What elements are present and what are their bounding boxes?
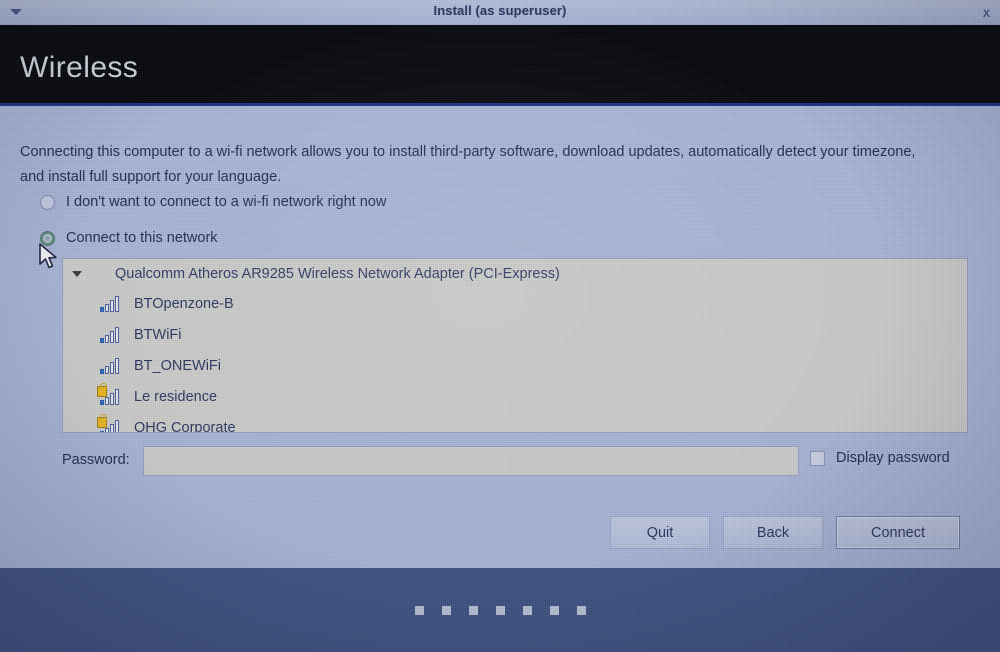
- display-password-label: Display password: [836, 450, 950, 466]
- window-title: Install (as superuser): [433, 3, 567, 18]
- connect-button[interactable]: Connect: [836, 516, 960, 549]
- network-row[interactable]: BT_ONEWiFi: [63, 350, 967, 381]
- network-row[interactable]: OHG Corporate: [63, 412, 967, 433]
- option-no-wifi-label: I don't want to connect to a wi-fi netwo…: [66, 194, 387, 210]
- network-row[interactable]: BTWiFi: [63, 319, 967, 350]
- step-dot: [441, 606, 451, 615]
- back-button[interactable]: Back: [723, 516, 823, 549]
- wifi-signal-icon: [97, 383, 120, 405]
- step-dot: [495, 606, 505, 615]
- header-divider: [0, 103, 1000, 106]
- adapter-name: Qualcomm Atheros AR9285 Wireless Network…: [115, 265, 560, 282]
- network-row[interactable]: BTOpenzone-B: [63, 288, 967, 319]
- step-dot: [522, 606, 532, 615]
- network-row[interactable]: Le residence: [63, 381, 967, 412]
- chevron-down-icon[interactable]: [72, 271, 82, 277]
- option-connect-network-label: Connect to this network: [66, 230, 218, 246]
- adapter-row[interactable]: Qualcomm Atheros AR9285 Wireless Network…: [63, 259, 967, 288]
- wifi-signal-icon: [97, 414, 120, 432]
- network-ssid: Le residence: [134, 388, 218, 405]
- page-header: Wireless: [0, 25, 1000, 103]
- display-password-toggle[interactable]: Display password: [810, 450, 950, 466]
- password-label: Password:: [62, 452, 130, 468]
- button-bar: Quit Back Connect: [610, 516, 960, 549]
- main-content: Connecting this computer to a wi-fi netw…: [0, 106, 1000, 568]
- password-row: Password: Display password: [62, 446, 968, 476]
- network-list[interactable]: Qualcomm Atheros AR9285 Wireless Network…: [62, 258, 968, 433]
- lock-icon: [97, 414, 107, 428]
- network-ssid: BT_ONEWiFi: [134, 357, 221, 374]
- radio-connect-network[interactable]: [40, 230, 55, 246]
- step-dot: [576, 606, 586, 615]
- step-indicator: [0, 606, 1000, 615]
- option-connect-network[interactable]: Connect to this network: [40, 230, 218, 246]
- password-input[interactable]: [143, 446, 799, 476]
- installer-screen: Install (as superuser) x Wireless Connec…: [0, 0, 1000, 652]
- wifi-signal-icon: [100, 326, 120, 343]
- display-password-checkbox[interactable]: [810, 450, 825, 466]
- radio-no-wifi[interactable]: [40, 194, 55, 210]
- network-ssid: BTOpenzone-B: [134, 295, 234, 312]
- step-dot: [414, 606, 424, 615]
- lock-icon: [97, 383, 107, 397]
- wifi-signal-icon: [100, 295, 120, 312]
- page-title: Wireless: [20, 51, 139, 84]
- footer-bar: [0, 568, 1000, 652]
- step-dot: [549, 606, 559, 615]
- window-title-bar: Install (as superuser) x: [0, 0, 1000, 25]
- network-ssid: OHG Corporate: [134, 419, 236, 433]
- step-dot: [468, 606, 478, 615]
- quit-button[interactable]: Quit: [610, 516, 710, 549]
- wifi-signal-icon: [100, 357, 120, 374]
- network-rows: BTOpenzone-B BTWiFi BT_ONEWiFi Le residence…: [63, 288, 967, 433]
- intro-text: Connecting this computer to a wi-fi netw…: [20, 144, 916, 185]
- network-ssid: BTWiFi: [134, 326, 182, 343]
- option-no-wifi[interactable]: I don't want to connect to a wi-fi netwo…: [40, 194, 386, 210]
- close-icon[interactable]: x: [983, 3, 990, 21]
